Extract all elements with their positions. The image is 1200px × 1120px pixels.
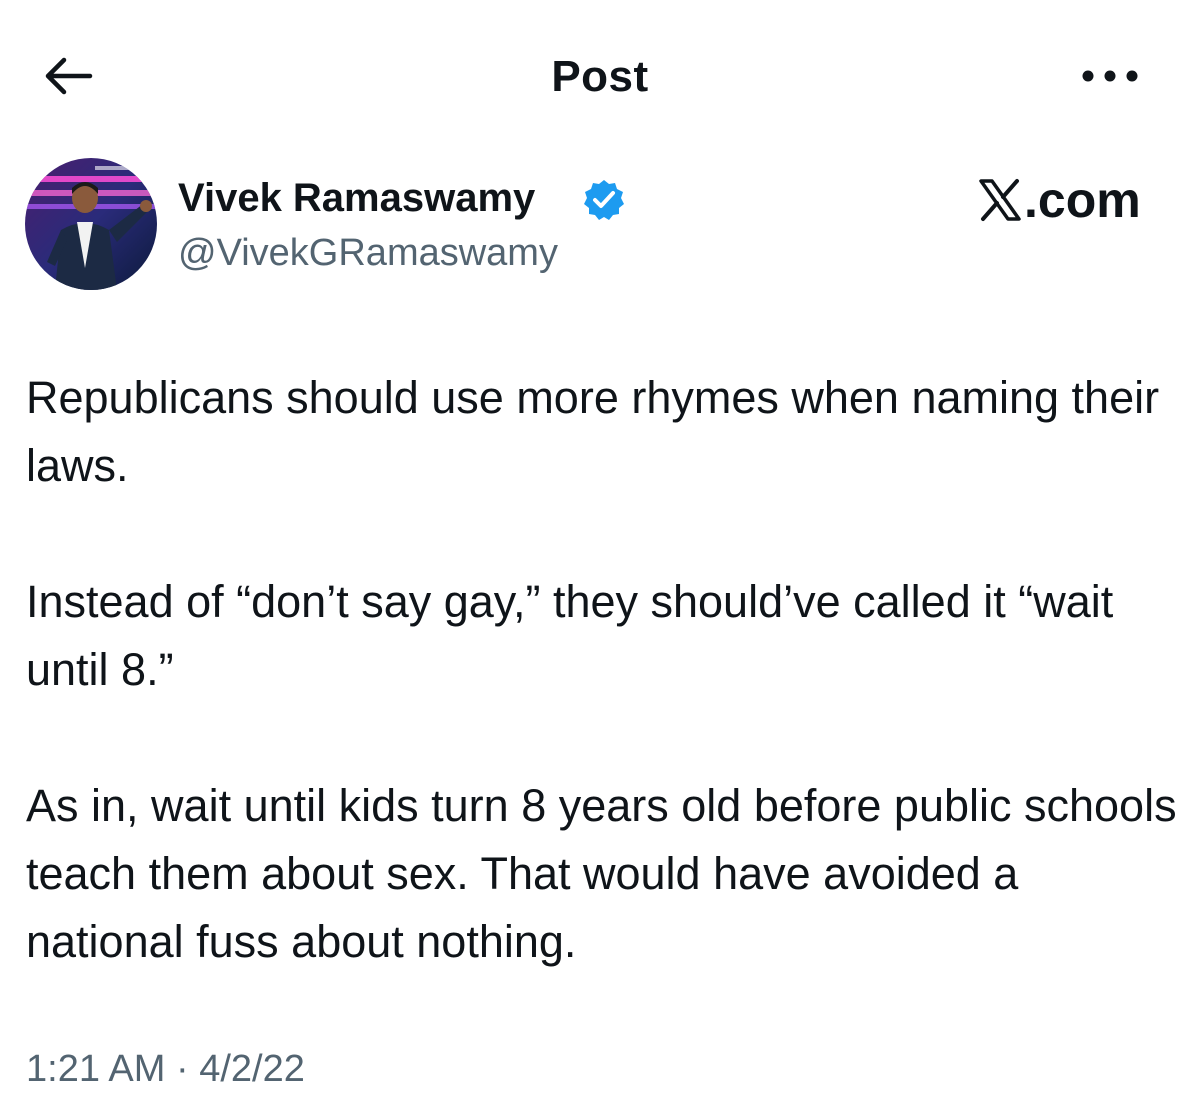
brand-text: .com: [1024, 172, 1141, 228]
verified-badge-icon: [582, 178, 626, 222]
x-logo-icon: [978, 178, 1022, 222]
page-title: Post: [551, 52, 649, 101]
avatar[interactable]: [25, 158, 157, 290]
ellipsis-horizontal-icon: [1080, 69, 1140, 88]
post-date: 4/2/22: [199, 1048, 305, 1090]
meta-separator: ·: [175, 1048, 189, 1090]
post-paragraph: Instead of “don’t say gay,” they should’…: [26, 576, 1114, 695]
author-display-name[interactable]: Vivek Ramaswamy: [178, 176, 535, 221]
brand-watermark: .com: [978, 172, 1141, 228]
post-paragraph: Republicans should use more rhymes when …: [26, 372, 1160, 491]
top-bar: Post: [0, 0, 1200, 150]
post-time: 1:21 AM: [26, 1048, 166, 1090]
more-options-button[interactable]: [1078, 58, 1142, 98]
post-text: Republicans should use more rhymes when …: [26, 364, 1186, 976]
post-timestamp[interactable]: 1:21 AM · 4/2/22: [26, 1048, 305, 1091]
post-paragraph: As in, wait until kids turn 8 years old …: [26, 780, 1177, 967]
author-handle[interactable]: @VivekGRamaswamy: [178, 232, 558, 275]
